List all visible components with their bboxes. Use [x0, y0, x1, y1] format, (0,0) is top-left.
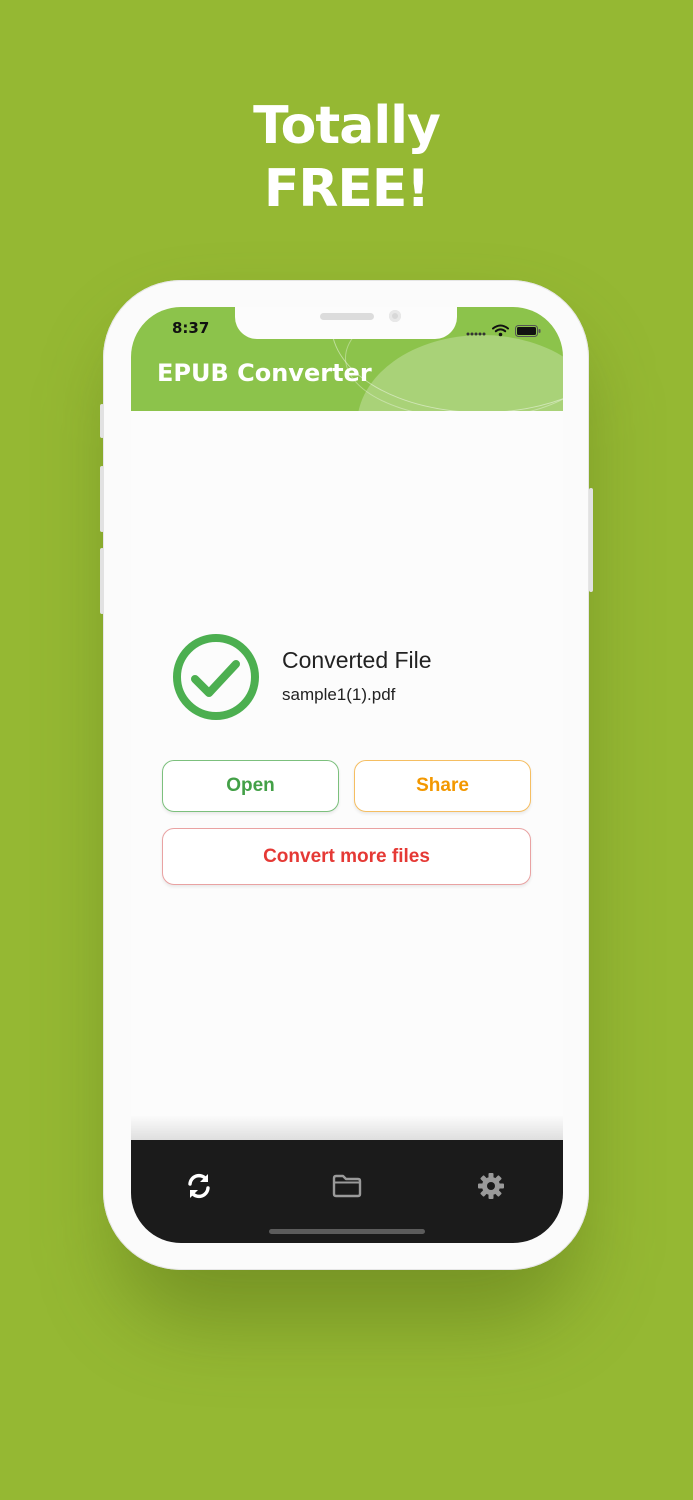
tab-bar: [131, 1140, 563, 1243]
phone-notch: [235, 307, 457, 339]
app-header: 8:37 EPUB Converter: [131, 307, 563, 411]
status-time: 8:37: [172, 319, 210, 337]
promo-headline-line2: FREE!: [263, 159, 430, 219]
status-icons: [466, 322, 541, 341]
gear-icon: [477, 1172, 505, 1204]
promo-headline-line1: Totally: [253, 96, 441, 156]
app-title: EPUB Converter: [157, 359, 372, 387]
result-title: Converted File: [282, 647, 432, 673]
phone-volume-down-button: [100, 548, 104, 614]
app-screen: 8:37 EPUB Converter Converted File sampl…: [131, 307, 563, 1243]
result-filename: sample1(1).pdf: [282, 685, 396, 704]
check-circle-icon: [171, 632, 261, 726]
wifi-icon: [492, 322, 509, 341]
tab-settings[interactable]: [475, 1172, 507, 1204]
tab-bar-shadow: [131, 1115, 563, 1141]
share-button[interactable]: Share: [354, 760, 531, 812]
battery-icon: [515, 322, 541, 341]
phone-mute-button: [100, 404, 104, 438]
tab-files[interactable]: [331, 1172, 363, 1204]
speaker-grille: [320, 313, 374, 320]
folder-icon: [332, 1174, 362, 1202]
open-button[interactable]: Open: [162, 760, 339, 812]
phone-volume-up-button: [100, 466, 104, 532]
refresh-icon: [185, 1172, 213, 1204]
conversion-result: Converted File sample1(1).pdf: [171, 632, 531, 722]
phone-power-button: [589, 488, 593, 592]
signal-dots-icon: [466, 322, 486, 341]
tab-convert[interactable]: [183, 1172, 215, 1204]
camera-icon: [389, 310, 401, 322]
convert-more-files-button[interactable]: Convert more files: [162, 828, 531, 885]
home-indicator[interactable]: [269, 1229, 425, 1234]
